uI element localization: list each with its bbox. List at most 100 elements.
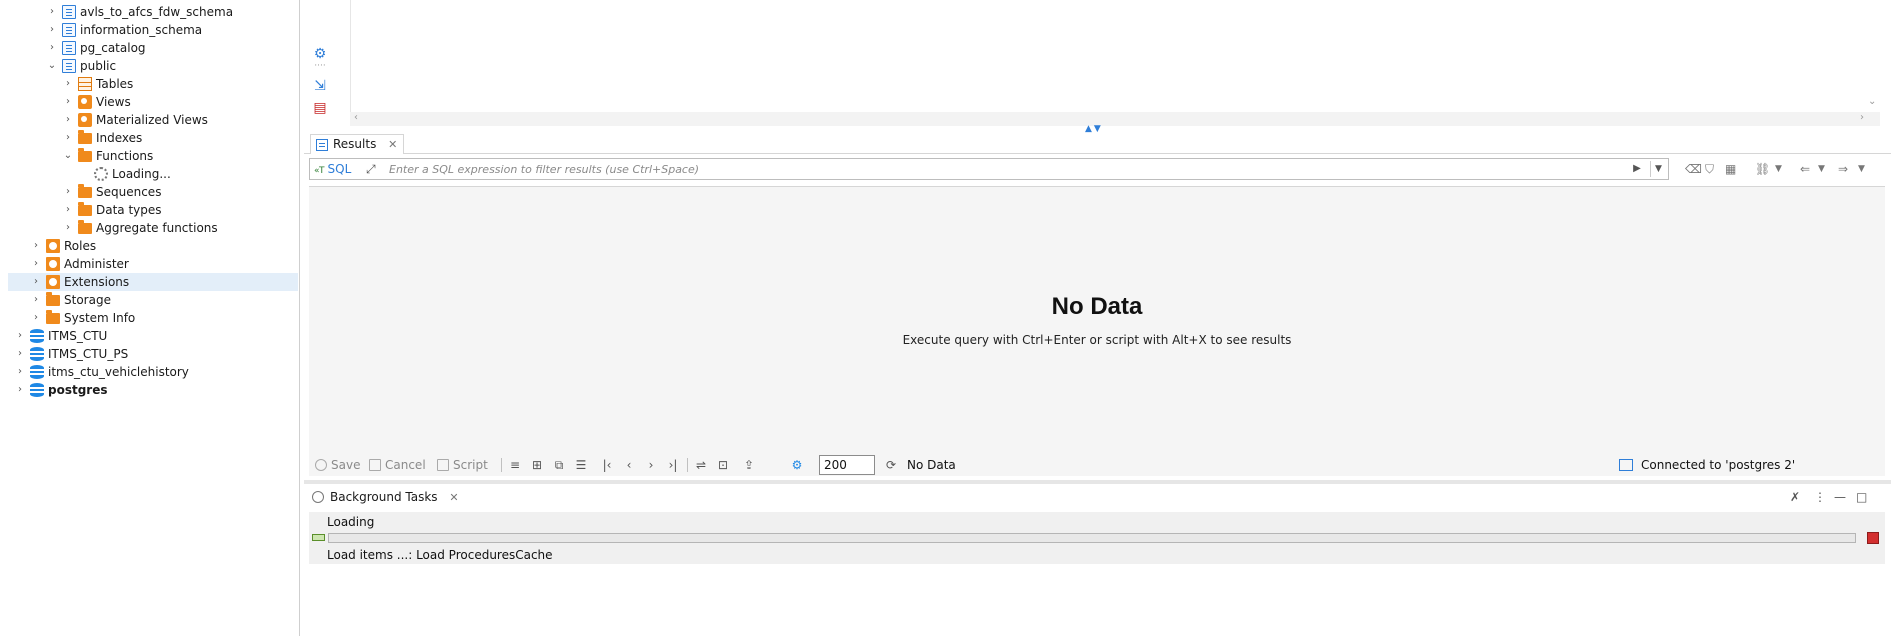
stop-task-button[interactable]	[1867, 532, 1879, 544]
last-page-icon[interactable]: ›|	[665, 457, 681, 473]
chevron-right-icon[interactable]: ›	[62, 75, 74, 93]
expand-icon[interactable]: ⤢	[366, 162, 380, 176]
tree-item[interactable]: ⌄ Functions	[8, 147, 298, 165]
tree-item[interactable]: › Tables	[8, 75, 298, 93]
editor-vertical-scrollbar[interactable]: ⌄	[1866, 0, 1880, 112]
view-menu-icon[interactable]: ⋮	[1814, 488, 1826, 506]
close-icon[interactable]: ✕	[388, 138, 397, 151]
filter-icon[interactable]: ⛉	[1705, 160, 1714, 178]
connection-icon	[1619, 459, 1633, 471]
tree-item[interactable]: › Indexes	[8, 129, 298, 147]
chevron-right-icon[interactable]: ›	[30, 273, 42, 291]
filter-input[interactable]	[385, 160, 1615, 178]
tree-item[interactable]: › Storage	[8, 291, 298, 309]
filter-settings-icon[interactable]: ▦	[1725, 160, 1736, 178]
tree-item[interactable]: › Views	[8, 93, 298, 111]
sql-editor[interactable]: ⌄	[350, 0, 1880, 112]
scroll-right-icon[interactable]: ›	[1860, 112, 1864, 123]
chevron-right-icon[interactable]: ›	[30, 291, 42, 309]
back-icon[interactable]: ⇐	[1800, 160, 1810, 178]
link-icon[interactable]: ⛓	[1755, 160, 1770, 178]
chevron-right-icon[interactable]: ›	[46, 21, 58, 39]
tree-item[interactable]: › postgres	[8, 381, 298, 399]
menu-dropdown[interactable]: ▼	[1858, 160, 1865, 178]
delete-row-icon[interactable]: ☰	[573, 457, 589, 473]
sql-label: SQL	[327, 162, 352, 176]
tree-item[interactable]: › ITMS_CTU	[8, 327, 298, 345]
database-icon	[30, 365, 44, 379]
tree-item[interactable]: › Sequences	[8, 183, 298, 201]
tree-item[interactable]: › avls_to_afcs_fdw_schema	[8, 3, 298, 21]
tree-item[interactable]: › ITMS_CTU_PS	[8, 345, 298, 363]
chevron-right-icon[interactable]: ›	[62, 111, 74, 129]
tab-background-tasks[interactable]: Background Tasks ✕	[310, 487, 459, 507]
chevron-right-icon[interactable]: ›	[14, 345, 26, 363]
tree-item-label: Indexes	[96, 131, 143, 145]
tree-item[interactable]: Loading...	[8, 165, 298, 183]
script-error-icon[interactable]: ▤	[312, 100, 328, 116]
tab-results[interactable]: Results ✕	[310, 134, 405, 154]
chevron-right-icon[interactable]: ›	[62, 183, 74, 201]
chevron-right-icon[interactable]: ›	[14, 327, 26, 345]
chevron-right-icon[interactable]: ›	[62, 219, 74, 237]
tree-item[interactable]: › Aggregate functions	[8, 219, 298, 237]
task-name: Loading	[327, 515, 375, 529]
apply-filter-icon[interactable]: ▶	[1630, 161, 1644, 177]
tree-item[interactable]: › information_schema	[8, 21, 298, 39]
fetch-icon[interactable]: ⇌	[693, 457, 709, 473]
row-limit-input[interactable]	[819, 455, 875, 475]
scroll-down-icon[interactable]: ⌄	[1868, 96, 1876, 107]
chevron-right-icon[interactable]: ›	[62, 93, 74, 111]
chevron-right-icon[interactable]: ›	[62, 201, 74, 219]
chevron-right-icon[interactable]: ›	[30, 237, 42, 255]
tree-item[interactable]: › itms_ctu_vehiclehistory	[8, 363, 298, 381]
script-button[interactable]: Script	[437, 457, 488, 473]
gear-icon[interactable]: ⚙	[789, 457, 805, 473]
copy-row-icon[interactable]: ⧉	[551, 457, 567, 473]
scroll-left-icon[interactable]: ‹	[354, 112, 358, 123]
forward-icon[interactable]: ⇒	[1838, 160, 1848, 178]
tree-item[interactable]: › Roles	[8, 237, 298, 255]
panel-divider[interactable]	[304, 480, 1891, 484]
link-dropdown[interactable]: ▼	[1775, 160, 1782, 178]
chevron-down-icon[interactable]: ⌄	[46, 57, 58, 75]
tree-item[interactable]: ⌄ public	[8, 57, 298, 75]
filter-history-dropdown[interactable]: ▼	[1650, 161, 1666, 177]
minimize-icon[interactable]: —	[1834, 488, 1846, 506]
chevron-right-icon[interactable]: ›	[30, 255, 42, 273]
tab-results-label: Results	[333, 137, 377, 151]
editor-horizontal-scrollbar[interactable]: ‹ ›	[350, 112, 1880, 126]
edit-row-icon[interactable]: ≡	[507, 457, 523, 473]
close-icon[interactable]: ✕	[449, 491, 458, 504]
remove-all-icon[interactable]: ✗	[1790, 488, 1800, 506]
tree-item[interactable]: › Data types	[8, 201, 298, 219]
tree-item[interactable]: › Materialized Views	[8, 111, 298, 129]
refresh-icon[interactable]: ⟳	[883, 457, 899, 473]
maximize-icon[interactable]: □	[1856, 488, 1867, 506]
chevron-right-icon[interactable]: ›	[30, 309, 42, 327]
tree-item[interactable]: › pg_catalog	[8, 39, 298, 57]
chevron-right-icon[interactable]: ›	[62, 129, 74, 147]
chevron-right-icon[interactable]: ›	[46, 3, 58, 21]
save-button[interactable]: Save	[315, 457, 360, 473]
chevron-down-icon[interactable]: ⌄	[62, 147, 74, 165]
back-dropdown[interactable]: ▼	[1818, 160, 1825, 178]
eraser-icon[interactable]: ⌫	[1685, 160, 1702, 178]
chevron-right-icon[interactable]: ›	[14, 363, 26, 381]
add-row-icon[interactable]: ⊞	[529, 457, 545, 473]
fetch-all-icon[interactable]: ⊡	[715, 457, 731, 473]
chevron-right-icon[interactable]: ›	[14, 381, 26, 399]
sql-button[interactable]: «T SQL	[314, 161, 351, 177]
next-page-icon[interactable]: ›	[643, 457, 659, 473]
export-script-icon[interactable]: ⇲	[312, 78, 328, 94]
admin-icon	[46, 257, 60, 271]
first-page-icon[interactable]: |‹	[599, 457, 615, 473]
chevron-right-icon[interactable]: ›	[46, 39, 58, 57]
export-icon[interactable]: ⇪	[741, 457, 757, 473]
tree-item[interactable]: › Administer	[8, 255, 298, 273]
tree-item[interactable]: › System Info	[8, 309, 298, 327]
panel-toggle-icon[interactable]: ▲▼	[1085, 124, 1103, 134]
previous-page-icon[interactable]: ‹	[621, 457, 637, 473]
cancel-button[interactable]: Cancel	[369, 457, 426, 473]
tree-item[interactable]: › Extensions	[8, 273, 298, 291]
